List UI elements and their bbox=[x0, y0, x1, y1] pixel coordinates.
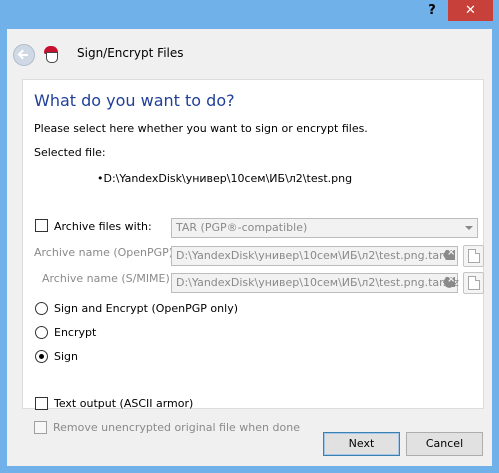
clear-icon[interactable] bbox=[441, 274, 455, 287]
archive-format-value: TAR (PGP®-compatible) bbox=[176, 221, 308, 234]
archive-format-select[interactable]: TAR (PGP®-compatible) bbox=[171, 218, 478, 238]
smime-archive-label: Archive name (S/MIME): bbox=[42, 272, 174, 285]
openpgp-archive-field[interactable]: D:\YandexDisk\универ\10сем\ИБ\л2\test.pn… bbox=[171, 246, 458, 266]
dialog-window: ? ✕ Sign/Encrypt Files What do you want … bbox=[0, 0, 499, 473]
selected-file-label: Selected file: bbox=[34, 146, 106, 159]
remove-original-label[interactable]: Remove unencrypted original file when do… bbox=[53, 421, 300, 434]
next-button[interactable]: Next bbox=[323, 432, 400, 456]
title-bar: ? ✕ bbox=[0, 0, 499, 28]
cancel-button[interactable]: Cancel bbox=[406, 432, 483, 456]
clear-icon[interactable] bbox=[441, 247, 455, 260]
browse-openpgp-button[interactable] bbox=[463, 245, 484, 267]
wizard-page: What do you want to do? Please select he… bbox=[22, 79, 484, 410]
smime-archive-value: D:\YandexDisk\универ\10сем\ИБ\л2\test.pn… bbox=[176, 276, 459, 289]
archive-checkbox-label[interactable]: Archive files with: bbox=[54, 220, 152, 233]
encrypt-label[interactable]: Encrypt bbox=[54, 326, 96, 339]
sign-label[interactable]: Sign bbox=[54, 350, 78, 363]
openpgp-archive-value: D:\YandexDisk\универ\10сем\ИБ\л2\test.pn… bbox=[176, 249, 444, 262]
browse-smime-button[interactable] bbox=[463, 272, 484, 294]
radio-sign-and-encrypt[interactable] bbox=[35, 302, 48, 315]
selected-file-item: •D:\YandexDisk\универ\10сем\ИБ\л2\test.p… bbox=[97, 172, 353, 185]
openpgp-archive-label: Archive name (OpenPGP): bbox=[34, 246, 177, 259]
smime-archive-field[interactable]: D:\YandexDisk\универ\10сем\ИБ\л2\test.pn… bbox=[171, 273, 459, 293]
dialog-client: Sign/Encrypt Files What do you want to d… bbox=[7, 29, 492, 466]
radio-encrypt[interactable] bbox=[35, 326, 48, 339]
help-button[interactable]: ? bbox=[419, 0, 445, 22]
text-output-label[interactable]: Text output (ASCII armor) bbox=[54, 397, 193, 410]
back-arrow-icon[interactable] bbox=[13, 44, 35, 66]
radio-sign[interactable] bbox=[35, 350, 48, 363]
app-icon bbox=[43, 46, 59, 63]
wizard-header: Sign/Encrypt Files bbox=[7, 29, 492, 79]
chevron-down-icon bbox=[461, 219, 477, 237]
intro-text: Please select here whether you want to s… bbox=[34, 122, 368, 135]
remove-original-checkbox[interactable] bbox=[34, 421, 47, 434]
page-heading: What do you want to do? bbox=[34, 91, 235, 110]
browse-file-icon bbox=[468, 276, 480, 290]
archive-checkbox[interactable] bbox=[35, 219, 48, 232]
sign-and-encrypt-label[interactable]: Sign and Encrypt (OpenPGP only) bbox=[54, 302, 238, 315]
browse-file-icon bbox=[468, 249, 480, 263]
dialog-title: Sign/Encrypt Files bbox=[77, 46, 184, 60]
text-output-checkbox[interactable] bbox=[35, 397, 48, 410]
close-button[interactable]: ✕ bbox=[448, 0, 493, 21]
